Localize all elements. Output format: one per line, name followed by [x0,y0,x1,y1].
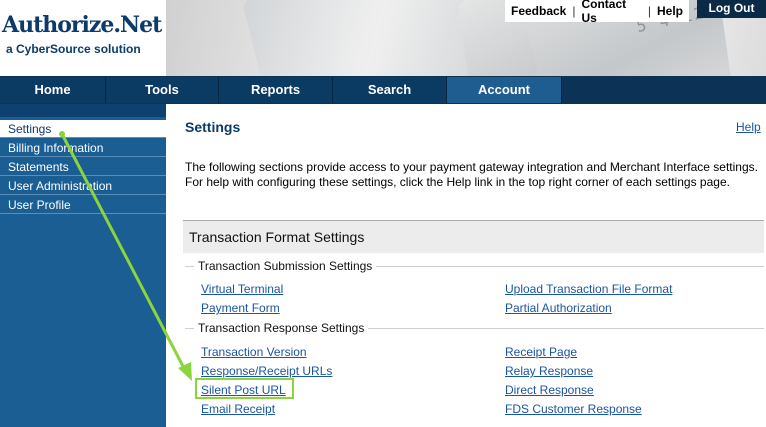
sidebar-item-settings[interactable]: Settings [0,120,166,138]
sidebar-item-billing-information[interactable]: Billing Information [0,139,166,157]
help-link[interactable]: Help [651,4,689,18]
link-email-receipt[interactable]: Email Receipt [201,402,275,416]
sidebar-item-user-profile[interactable]: User Profile [0,196,166,214]
annotation-arrow-head [178,362,192,381]
link-direct-response[interactable]: Direct Response [505,383,594,397]
feedback-link[interactable]: Feedback [505,4,572,18]
link-partial-authorization[interactable]: Partial Authorization [505,301,612,315]
help-link[interactable]: Help [736,120,761,134]
section-title: Transaction Format Settings [189,229,365,245]
link-virtual-terminal[interactable]: Virtual Terminal [201,282,283,296]
header: 5 4 12 Authorize.Net a CyberSource solut… [0,0,766,76]
link-payment-form[interactable]: Payment Form [201,301,280,315]
tab-reports[interactable]: Reports [219,77,333,103]
tab-tools[interactable]: Tools [106,77,219,103]
group-label-response: Transaction Response Settings [194,321,369,335]
sidebar-header-strip [0,104,166,117]
main-nav: Home Tools Reports Search Account [0,76,766,104]
logo[interactable]: Authorize.Net a CyberSource solution [0,0,166,76]
link-relay-response[interactable]: Relay Response [505,364,593,378]
tab-search[interactable]: Search [333,77,447,103]
logout-button[interactable]: Log Out [697,0,766,18]
sidebar-item-statements[interactable]: Statements [0,158,166,176]
page-title: Settings [185,119,241,135]
group-label-submission: Transaction Submission Settings [194,259,377,273]
link-transaction-version[interactable]: Transaction Version [201,345,307,359]
tab-account[interactable]: Account [447,77,562,103]
link-fds-customer-response[interactable]: FDS Customer Response [505,402,642,416]
sidebar-item-user-administration[interactable]: User Administration [0,177,166,195]
link-upload-transaction-file-format[interactable]: Upload Transaction File Format [505,282,672,296]
tab-home[interactable]: Home [0,77,106,103]
top-links: Feedback | Contact Us | Help [505,0,689,25]
section-header: Transaction Format Settings [183,220,764,253]
logo-tagline: a CyberSource solution [6,42,141,56]
sidebar: Settings Billing Information Statements … [0,104,166,427]
intro-text: The following sections provide access to… [185,160,758,189]
logo-text: Authorize.Net [2,12,162,38]
link-response-receipt-urls[interactable]: Response/Receipt URLs [201,364,332,378]
annotation-highlight-box [195,378,294,399]
link-receipt-page[interactable]: Receipt Page [505,345,577,359]
contact-us-link[interactable]: Contact Us [575,0,647,25]
